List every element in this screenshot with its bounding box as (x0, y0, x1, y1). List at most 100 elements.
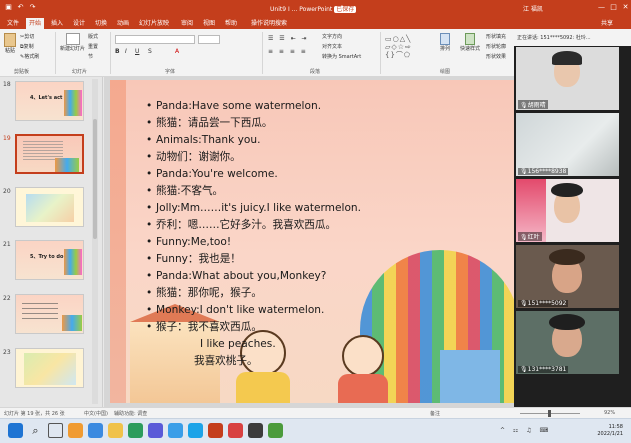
shape-fill-button[interactable]: 形状填充 (486, 33, 506, 40)
app-icon[interactable] (268, 423, 283, 438)
app-icon[interactable] (88, 423, 103, 438)
text-direction-button[interactable]: 文字方向 (322, 33, 342, 40)
strikethrough-button[interactable]: S (148, 48, 152, 55)
bullet-line: • Panda:You're welcome. (146, 168, 278, 180)
shape-outline-button[interactable]: 形状轮廓 (486, 43, 506, 50)
tab-help[interactable]: 帮助 (222, 18, 240, 29)
tab-review[interactable]: 审阅 (178, 18, 196, 29)
italic-button[interactable]: I (125, 48, 127, 55)
undo-icon[interactable]: ↶ (16, 3, 25, 12)
thumb-number: 19 (3, 135, 11, 142)
bullet-line: • Jolly:Mm……it's juicy.I like watermelon. (146, 202, 362, 214)
participant-tile[interactable]: 🎙红叶 (516, 179, 619, 242)
app-icon[interactable] (68, 423, 83, 438)
slide-thumbnail[interactable]: 5、Try to do (15, 240, 84, 280)
shape-effect-button[interactable]: 形状效果 (486, 53, 506, 60)
paste-button[interactable]: 粘贴 (4, 33, 16, 54)
slide-canvas[interactable]: • Panda:Have some watermelon. • 熊猫：请品尝一下西瓜… (110, 80, 514, 403)
slide-thumbnail[interactable] (15, 294, 84, 334)
start-icon[interactable] (8, 423, 23, 438)
tab-animations[interactable]: 动画 (114, 18, 132, 29)
ribbon-tabs: 文件 开始 插入 设计 切换 动画 幻灯片放映 审阅 视图 帮助 操作说明搜索 … (0, 16, 631, 29)
align-buttons[interactable]: ≡ ≡ ≡ ≡ (268, 48, 308, 55)
slide-thumbnail[interactable] (15, 348, 84, 388)
tab-transitions[interactable]: 切换 (92, 18, 110, 29)
slide-thumbnail[interactable]: 4、Let's act (15, 81, 84, 121)
bullet-line: • Funny：我也是！ (146, 253, 241, 265)
system-tray-icons[interactable]: ^ ⚏ ♫ ⌨ (500, 427, 551, 434)
powerpoint-icon[interactable] (208, 423, 223, 438)
redo-icon[interactable]: ↷ (28, 3, 37, 12)
tab-file[interactable]: 文件 (4, 18, 22, 29)
participant-tile[interactable]: 🎙131****3781 (516, 311, 619, 374)
shapes-gallery[interactable]: ▭○△╲ ▱◇☆⇨ {}⌒⬠ (385, 35, 433, 59)
title-bar: ▣ ↶ ↷ Unit9 I ... PowerPoint 已保存 ⌕ 江 福凯 … (0, 0, 631, 16)
arrange-button[interactable]: 排列 (440, 33, 450, 52)
scrollbar-thumb[interactable] (93, 119, 97, 239)
app-icon[interactable] (228, 423, 243, 438)
participant-tile[interactable]: 🎙156****8938 (516, 113, 619, 176)
format-painter-button[interactable]: ✎格式刷 (20, 53, 39, 60)
tab-insert[interactable]: 插入 (48, 18, 66, 29)
zoom-slider-thumb[interactable] (548, 410, 551, 417)
browser-icon[interactable] (168, 423, 183, 438)
clock[interactable]: 11:58 2022/1/21 (597, 424, 623, 438)
minimize-icon[interactable]: — (597, 3, 606, 12)
accessibility-indicator[interactable]: 辅助功能: 调查 (114, 410, 147, 417)
tab-slideshow[interactable]: 幻灯片放映 (136, 18, 172, 29)
font-size-dropdown[interactable] (198, 35, 220, 44)
tab-tell-me[interactable]: 操作说明搜索 (248, 18, 290, 29)
sub-line: 我喜欢桃子。 (194, 355, 258, 367)
font-name-dropdown[interactable] (115, 35, 195, 44)
quick-styles-icon (465, 33, 475, 45)
cut-button[interactable]: ✂剪切 (20, 33, 34, 40)
close-icon[interactable]: ✕ (621, 3, 630, 12)
thumbnails-scrollbar[interactable] (92, 79, 98, 404)
photo-image (26, 194, 74, 222)
align-text-button[interactable]: 对齐文本 (322, 43, 342, 50)
smartart-button[interactable]: 转换为 SmartArt (322, 53, 361, 60)
language-indicator[interactable]: 中文(中国) (84, 410, 108, 417)
layout-button[interactable]: 版式 (88, 33, 98, 40)
section-button[interactable]: 节 (88, 53, 93, 60)
task-view-icon[interactable] (48, 423, 63, 438)
sub-line: I like peaches. (200, 338, 276, 350)
clipboard-group-label: 剪贴板 (14, 69, 30, 75)
bold-button[interactable]: B (115, 48, 120, 55)
reset-button[interactable]: 重置 (88, 43, 98, 50)
scene-image (55, 158, 79, 172)
maximize-icon[interactable]: □ (609, 3, 618, 12)
notes-button[interactable]: 备注 (430, 410, 440, 417)
bullet-line: • 猴子：我不喜欢西瓜。 (146, 321, 262, 333)
copy-button[interactable]: ⧉复制 (20, 43, 34, 50)
search-icon[interactable]: ⌕ (28, 423, 43, 438)
app-icon[interactable] (188, 423, 203, 438)
pencils-image (64, 249, 82, 275)
new-slide-button[interactable]: 新建幻灯片 (60, 33, 85, 52)
zoom-level[interactable]: 92% (604, 410, 615, 416)
bullet-line: • 动物们：谢谢你。 (146, 151, 241, 163)
search-icon[interactable]: ⌕ (340, 3, 400, 12)
new-slide-label: 新建幻灯片 (60, 46, 86, 52)
tab-design[interactable]: 设计 (70, 18, 88, 29)
hair (549, 314, 585, 330)
file-explorer-icon[interactable] (108, 423, 123, 438)
arrange-icon (440, 33, 450, 45)
tab-view[interactable]: 视图 (200, 18, 218, 29)
underline-button[interactable]: U (135, 48, 139, 55)
quick-styles-button[interactable]: 快速样式 (460, 33, 480, 52)
share-button[interactable]: 共享 (598, 18, 616, 29)
list-buttons[interactable]: ☰ ☰ ⇤ ⇥ (268, 35, 309, 42)
app-icon[interactable] (148, 423, 163, 438)
app-icon[interactable] (248, 423, 263, 438)
tab-home[interactable]: 开始 (26, 18, 45, 29)
slide-thumbnail[interactable] (15, 187, 84, 227)
slide-thumbnail-selected[interactable] (15, 134, 84, 174)
font-color-button[interactable]: A (175, 48, 179, 55)
participant-tile[interactable]: 🎙胡雨晴 (516, 47, 619, 110)
participant-tile[interactable]: 🎙151****5092 (516, 245, 619, 308)
save-icon[interactable]: ▣ (4, 3, 13, 12)
app-icon[interactable] (128, 423, 143, 438)
participant-name: 🎙156****8938 (518, 168, 569, 175)
thumb-number: 18 (3, 81, 11, 88)
